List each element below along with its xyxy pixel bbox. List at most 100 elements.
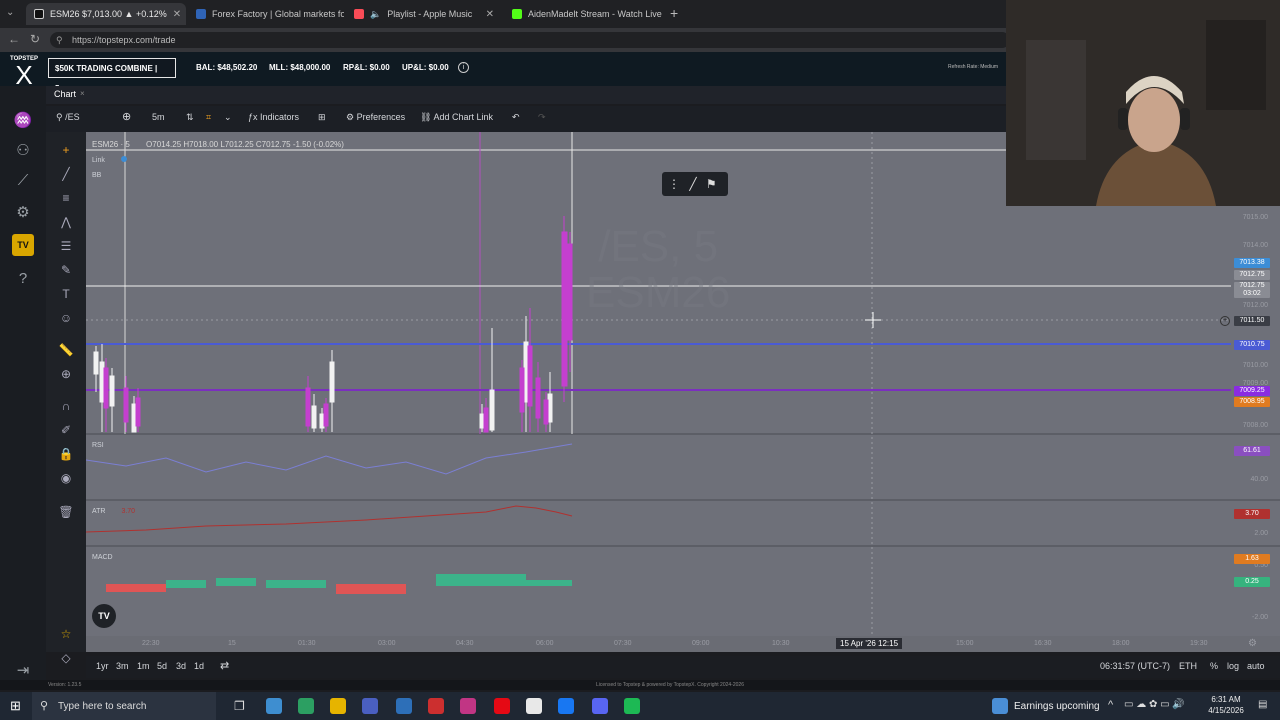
range-3m-button[interactable]: 3m bbox=[116, 661, 129, 671]
trend-nav-icon[interactable]: ⟋ bbox=[12, 170, 34, 192]
chrome-icon[interactable] bbox=[298, 698, 314, 714]
logout-icon[interactable]: ⇥ bbox=[12, 660, 34, 682]
chevron-down-icon[interactable]: ⌄ bbox=[224, 112, 232, 123]
pencil-lock-icon[interactable]: ✐ bbox=[58, 422, 74, 438]
trash-icon[interactable]: 🗑 bbox=[58, 504, 74, 520]
trend-line-icon[interactable]: ╱ bbox=[689, 177, 696, 191]
pitchfork-icon[interactable]: ⋀ bbox=[58, 214, 74, 230]
compare-icon[interactable]: ⇅ bbox=[186, 112, 194, 123]
flag-icon[interactable]: ⚑ bbox=[706, 177, 717, 191]
emoji-icon[interactable]: ☺ bbox=[58, 310, 74, 326]
tab-chart[interactable]: Chart bbox=[54, 89, 76, 99]
undo-icon[interactable]: ↶ bbox=[512, 112, 520, 123]
magnet-icon[interactable]: ∩ bbox=[58, 398, 74, 414]
macd-indicator-label[interactable]: MACD bbox=[92, 554, 113, 561]
browser-tab-esm26[interactable]: ESM26 $7,013.00 ▲ +0.12% ✕ bbox=[26, 3, 186, 25]
url-field[interactable]: ⚲ https://topstepx.com/trade bbox=[50, 32, 1010, 48]
fib-icon[interactable]: ☰ bbox=[58, 238, 74, 254]
range-1m-button[interactable]: 1m bbox=[137, 661, 150, 671]
ruler-icon[interactable]: 📏 bbox=[58, 342, 74, 358]
news-widget-icon[interactable] bbox=[992, 698, 1008, 714]
kick-app-icon[interactable] bbox=[624, 698, 640, 714]
zoom-icon[interactable]: ⊕ bbox=[58, 366, 74, 382]
text-tool-icon[interactable]: T bbox=[58, 286, 74, 302]
browser-tab-forex-factory[interactable]: Forex Factory | Global markets for ✕ bbox=[188, 3, 344, 25]
rsi-indicator-label[interactable]: RSI bbox=[92, 442, 104, 449]
range-5d-button[interactable]: 5d bbox=[157, 661, 167, 671]
news-widget-label[interactable]: Earnings upcoming bbox=[1014, 701, 1100, 712]
tray-chevron-icon[interactable]: ^ bbox=[1108, 699, 1113, 711]
add-symbol-icon[interactable]: ⊕ bbox=[122, 110, 131, 123]
atr-indicator-label[interactable]: ATR 3.70 bbox=[92, 508, 135, 515]
close-tab-icon[interactable]: ✕ bbox=[173, 9, 181, 20]
lock-icon[interactable]: 🔒 bbox=[58, 446, 74, 462]
netflix-icon[interactable] bbox=[494, 698, 510, 714]
symbol-search[interactable]: ⚲ /ES bbox=[56, 112, 80, 123]
crosshair-icon[interactable]: + bbox=[58, 142, 74, 158]
parallel-lines-icon[interactable]: ≡ bbox=[58, 190, 74, 206]
session-toggle[interactable]: ETH bbox=[1179, 661, 1197, 671]
range-1d-button[interactable]: 1d bbox=[194, 661, 204, 671]
bb-indicator-label[interactable]: BB bbox=[92, 172, 101, 179]
discord-icon[interactable] bbox=[592, 698, 608, 714]
interval-button[interactable]: 5m bbox=[152, 112, 165, 122]
reload-icon[interactable]: ↻ bbox=[30, 32, 40, 46]
chart-canvas[interactable] bbox=[86, 132, 1280, 652]
settings-gear-icon[interactable]: ⚙ bbox=[1248, 638, 1257, 649]
auto-toggle[interactable]: auto bbox=[1247, 661, 1265, 671]
layout-grid-icon[interactable]: ⊞ bbox=[318, 112, 326, 123]
floating-draw-toolbar[interactable]: ⋮ ╱ ⚑ bbox=[662, 172, 728, 196]
layers-icon[interactable]: ◇ bbox=[58, 650, 74, 666]
chart-nav-icon[interactable]: ♒ bbox=[12, 110, 34, 132]
speaker-icon[interactable]: 🔈 bbox=[370, 9, 381, 20]
favorite-star-icon[interactable]: ☆ bbox=[58, 626, 74, 642]
facebook-icon[interactable] bbox=[558, 698, 574, 714]
info-icon[interactable]: i bbox=[458, 62, 469, 73]
tab-list-icon[interactable]: ⌄ bbox=[6, 7, 14, 18]
trend-line-icon[interactable]: ╱ bbox=[58, 166, 74, 182]
legend-link[interactable]: Link bbox=[92, 156, 127, 164]
add-chart-link-button[interactable]: ⛓ Add Chart Link bbox=[420, 112, 493, 123]
price-chart[interactable]: ESM26 · 5 O7014.25 H7018.00 L7012.25 C70… bbox=[86, 132, 1280, 652]
youtube-icon[interactable] bbox=[428, 698, 444, 714]
file-explorer-icon[interactable] bbox=[330, 698, 346, 714]
browser-tab-kick-stream[interactable]: AidenMadelt Stream - Watch Live ✕ bbox=[504, 3, 664, 25]
store-icon[interactable] bbox=[362, 698, 378, 714]
indicators-button[interactable]: ƒx Indicators bbox=[248, 112, 299, 122]
help-icon[interactable]: ? bbox=[12, 268, 34, 290]
close-tab-icon[interactable]: ✕ bbox=[486, 9, 494, 20]
site-info-icon[interactable]: ⚲ bbox=[56, 32, 63, 48]
calendar-range-icon[interactable]: ⇄ bbox=[220, 659, 229, 672]
add-alert-plus-icon[interactable]: + bbox=[1220, 316, 1230, 326]
tray-icons[interactable]: ▭ ☁ ✿ ▭ 🔊 bbox=[1124, 699, 1185, 710]
taskbar-time[interactable]: 6:31 AM bbox=[1204, 695, 1248, 704]
range-3d-button[interactable]: 3d bbox=[176, 661, 186, 671]
tv-live-icon[interactable]: TV bbox=[12, 234, 34, 256]
close-tab-icon[interactable]: × bbox=[80, 89, 85, 98]
clock-readout[interactable]: 06:31:57 (UTC-7) bbox=[1100, 661, 1170, 671]
log-toggle[interactable]: log bbox=[1227, 661, 1239, 671]
windows-start-icon[interactable]: ⊞ bbox=[10, 698, 21, 714]
taskbar-search-box[interactable]: ⚲ Type here to search bbox=[32, 692, 216, 720]
range-1yr-button[interactable]: 1yr bbox=[96, 661, 109, 671]
redo-icon[interactable]: ↷ bbox=[538, 112, 546, 123]
brush-icon[interactable]: ✎ bbox=[58, 262, 74, 278]
edge-icon[interactable] bbox=[396, 698, 412, 714]
back-arrow-icon[interactable]: ← bbox=[8, 32, 20, 46]
preferences-button[interactable]: ⚙ Preferences bbox=[346, 112, 405, 123]
candle-style-icon[interactable]: ⌗ bbox=[206, 112, 211, 123]
account-selector[interactable]: $50K TRADING COMBINE | 5... ▾ bbox=[48, 58, 176, 93]
tradingview-logo[interactable]: TV bbox=[92, 604, 116, 628]
notification-icon[interactable]: ▤ bbox=[1258, 699, 1267, 710]
gear-icon[interactable]: ⚙ bbox=[12, 202, 34, 224]
amazon-icon[interactable] bbox=[526, 698, 542, 714]
new-tab-plus-icon[interactable]: + bbox=[670, 5, 678, 21]
drag-handle-icon[interactable]: ⋮ bbox=[668, 177, 680, 191]
browser-tab-apple-music[interactable]: 🔈 Playlist - Apple Music ✕ bbox=[346, 3, 502, 25]
percent-toggle[interactable]: % bbox=[1210, 661, 1218, 671]
task-view-icon[interactable]: ❐ bbox=[234, 699, 245, 713]
taskbar-date[interactable]: 4/15/2026 bbox=[1204, 706, 1248, 715]
eye-icon[interactable]: ◉ bbox=[58, 470, 74, 486]
instagram-icon[interactable] bbox=[460, 698, 476, 714]
people-nav-icon[interactable]: ⚇ bbox=[12, 140, 34, 162]
